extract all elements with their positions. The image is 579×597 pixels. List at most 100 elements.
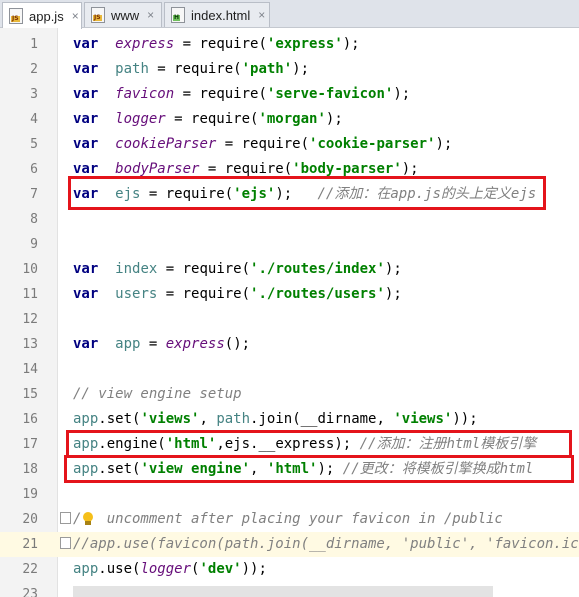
- code-text: var users = require('./routes/users');: [73, 282, 402, 307]
- code-text: / uncomment after placing your favicon i…: [73, 507, 503, 532]
- code-line[interactable]: 13 var app = express();: [0, 332, 579, 357]
- code-token: = require(: [174, 36, 267, 52]
- code-token: app: [73, 411, 99, 427]
- highlight-box-view-engine: [64, 455, 574, 483]
- code-line[interactable]: 19: [0, 482, 579, 507]
- code-token: = require(: [174, 86, 267, 102]
- code-token: 'express': [266, 36, 343, 52]
- code-line[interactable]: 15 // view engine setup: [0, 382, 579, 407]
- code-token: express: [115, 36, 175, 52]
- code-token: path: [216, 411, 251, 427]
- line-number: 14: [22, 362, 38, 377]
- close-icon[interactable]: ×: [258, 8, 265, 22]
- tab-www[interactable]: JS www ×: [84, 2, 162, 27]
- code-line[interactable]: 5 var cookieParser = require('cookie-pars…: [0, 132, 579, 157]
- tab-index-html[interactable]: H index.html ×: [164, 2, 270, 27]
- line-number: 3: [30, 87, 38, 102]
- code-token: );: [384, 261, 402, 277]
- code-line[interactable]: 21 //app.use(favicon(path.join(__dirname,…: [0, 532, 579, 557]
- horizontal-scrollbar[interactable]: [73, 586, 493, 597]
- code-line[interactable]: 3 var favicon = require('serve-favicon');: [0, 82, 579, 107]
- line-number: 2: [30, 62, 38, 77]
- code-token: .use(: [98, 561, 141, 577]
- code-token: = require(: [157, 261, 251, 277]
- code-token: );: [401, 161, 419, 177]
- code-token: './routes/index': [250, 261, 385, 277]
- highlight-box-ejs-require: [68, 176, 546, 210]
- line-number: 19: [22, 487, 38, 502]
- line-number: 15: [22, 387, 38, 402]
- html-file-icon: H: [171, 7, 185, 23]
- code-token: path: [115, 61, 149, 77]
- code-token: app: [73, 561, 99, 577]
- tab-app-js[interactable]: JS app.js ×: [2, 2, 82, 29]
- code-token: =: [140, 336, 166, 352]
- code-token: favicon: [115, 86, 175, 102]
- code-line[interactable]: 10 var index = require('./routes/index');: [0, 257, 579, 282]
- code-token: 'views': [140, 411, 200, 427]
- code-text: //app.use(favicon(path.join(__dirname, '…: [73, 532, 579, 557]
- line-number: 6: [30, 162, 38, 177]
- line-number: 20: [22, 512, 38, 527]
- code-token: index: [115, 261, 158, 277]
- code-token: './routes/users': [250, 286, 385, 302]
- code-line[interactable]: 1 var express = require('express');: [0, 32, 579, 57]
- code-token: var: [73, 336, 99, 352]
- code-token: );: [292, 61, 310, 77]
- code-token: = require(: [199, 161, 293, 177]
- code-token: ();: [224, 336, 251, 352]
- code-line[interactable]: 2 var path = require('path');: [0, 57, 579, 82]
- code-token: var: [73, 86, 99, 102]
- code-text: // view engine setup: [73, 382, 242, 407]
- js-file-icon: JS: [9, 8, 23, 24]
- code-text: var favicon = require('serve-favicon');: [73, 82, 410, 107]
- close-icon[interactable]: ×: [72, 9, 79, 23]
- code-token: .join(__dirname,: [250, 411, 394, 427]
- code-token: var: [73, 61, 99, 77]
- code-token: = require(: [157, 286, 251, 302]
- code-token: = require(: [148, 61, 242, 77]
- code-text: var app = express();: [73, 332, 250, 357]
- editor-tab-bar: JS app.js × JS www × H index.html ×: [0, 0, 579, 29]
- code-line[interactable]: 11 var users = require('./routes/users');: [0, 282, 579, 307]
- tab-label: www: [111, 7, 140, 23]
- code-token: cookieParser: [115, 136, 217, 152]
- lightbulb-icon[interactable]: [82, 512, 94, 526]
- code-token: //app.use(favicon(path.join(__dirname, '…: [73, 536, 579, 552]
- line-number: 21: [22, 537, 38, 552]
- line-number: 23: [22, 587, 38, 597]
- code-token: logger: [140, 561, 192, 577]
- code-text: var cookieParser = require('cookie-parse…: [73, 132, 452, 157]
- code-line[interactable]: 14: [0, 357, 579, 382]
- code-token: 'morgan': [258, 111, 326, 127]
- code-line[interactable]: 8: [0, 207, 579, 232]
- code-text: var logger = require('morgan');: [73, 107, 343, 132]
- line-number: 1: [30, 37, 38, 52]
- code-line[interactable]: 12: [0, 307, 579, 332]
- code-token: 'cookie-parser': [309, 136, 436, 152]
- code-token: );: [342, 36, 360, 52]
- code-line[interactable]: 22 app.use(logger('dev'));: [0, 557, 579, 582]
- fold-marker-icon[interactable]: [60, 512, 71, 524]
- line-number: 5: [30, 137, 38, 152]
- line-number: 9: [30, 237, 38, 252]
- line-number: 17: [22, 437, 38, 452]
- code-line[interactable]: 4 var logger = require('morgan');: [0, 107, 579, 132]
- close-icon[interactable]: ×: [147, 8, 154, 22]
- code-token: 'dev': [199, 561, 242, 577]
- line-number: 8: [30, 212, 38, 227]
- code-text: app.set('views', path.join(__dirname, 'v…: [73, 407, 478, 432]
- code-token: = require(: [216, 136, 310, 152]
- code-line[interactable]: 16 app.set('views', path.join(__dirname, …: [0, 407, 579, 432]
- code-token: 'views': [393, 411, 453, 427]
- fold-marker-icon[interactable]: [60, 537, 71, 549]
- code-text: var index = require('./routes/index');: [73, 257, 402, 282]
- line-number: 11: [22, 287, 38, 302]
- code-text: app.use(logger('dev'));: [73, 557, 267, 582]
- tab-label: index.html: [191, 7, 251, 23]
- code-line[interactable]: 9: [0, 232, 579, 257]
